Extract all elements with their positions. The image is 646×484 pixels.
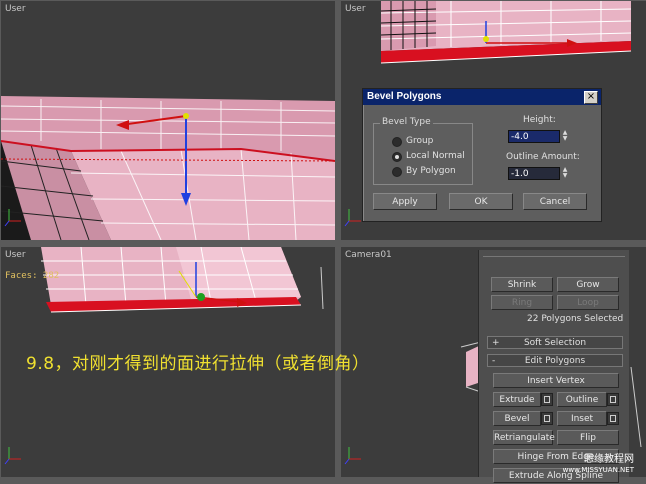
flip-button[interactable]: Flip xyxy=(557,430,619,445)
outline-settings-icon[interactable] xyxy=(607,393,619,406)
radio-group[interactable]: Group xyxy=(392,136,433,147)
radio-indicator-selected xyxy=(392,152,402,162)
ok-button[interactable]: OK xyxy=(449,193,513,210)
tutorial-caption: 9.8，对刚才得到的面进行拉伸（或者倒角） xyxy=(26,354,370,374)
inset-button[interactable]: Inset xyxy=(557,411,607,426)
viewport-label[interactable]: User xyxy=(345,4,366,14)
dialog-title[interactable]: Bevel Polygons xyxy=(363,89,601,105)
bevel-settings-icon[interactable] xyxy=(541,412,553,425)
height-spinner[interactable]: -4.0 xyxy=(508,130,560,143)
soft-selection-rollout[interactable]: + Soft Selection xyxy=(487,336,623,349)
shrink-button[interactable]: Shrink xyxy=(491,277,553,292)
inset-settings-icon[interactable] xyxy=(607,412,619,425)
extrude-button[interactable]: Extrude xyxy=(493,392,541,407)
face-count: Faces: 282 xyxy=(5,271,60,281)
outline-amount-label: Outline Amount: xyxy=(506,152,580,162)
rollout-collapse-icon: - xyxy=(492,356,496,366)
apply-button[interactable]: Apply xyxy=(373,193,437,210)
extrude-settings-icon[interactable] xyxy=(541,393,553,406)
selection-info: 22 Polygons Selected xyxy=(527,314,624,324)
close-button[interactable]: × xyxy=(584,91,598,104)
cancel-button[interactable]: Cancel xyxy=(523,193,587,210)
watermark-title: 思缘教程网 xyxy=(584,454,634,465)
viewport-top-left[interactable]: User xyxy=(1,1,335,240)
radio-indicator xyxy=(392,137,402,147)
radio-indicator xyxy=(392,167,402,177)
bevel-polygons-dialog: Bevel Polygons × Bevel Type Group Local … xyxy=(362,88,602,222)
viewport-label[interactable]: User xyxy=(5,250,26,260)
panel-divider xyxy=(483,256,625,265)
watermark-url: www.MISSYUAN.NET xyxy=(562,466,634,474)
loop-button[interactable]: Loop xyxy=(557,295,619,310)
radio-by-polygon[interactable]: By Polygon xyxy=(392,166,456,177)
bevel-button[interactable]: Bevel xyxy=(493,411,541,426)
viewport-label[interactable]: User xyxy=(5,4,26,14)
ring-button[interactable]: Ring xyxy=(491,295,553,310)
grow-button[interactable]: Grow xyxy=(557,277,619,292)
height-label: Height: xyxy=(523,115,556,125)
edit-polygons-rollout[interactable]: - Edit Polygons xyxy=(487,354,623,367)
outline-amount-spinner[interactable]: -1.0 xyxy=(508,167,560,180)
outline-spinner-arrows[interactable]: ▲ ▼ xyxy=(561,167,569,180)
outline-button[interactable]: Outline xyxy=(557,392,607,407)
mesh-view-top-left xyxy=(1,96,335,240)
rollout-expand-icon: + xyxy=(492,338,500,348)
bevel-type-label: Bevel Type xyxy=(380,117,433,127)
insert-vertex-button[interactable]: Insert Vertex xyxy=(493,373,619,388)
viewport-label[interactable]: Camera01 xyxy=(345,250,392,260)
retriangulate-button[interactable]: Retriangulate xyxy=(493,430,555,445)
height-spinner-arrows[interactable]: ▲ ▼ xyxy=(561,130,569,143)
command-panel: Shrink Grow Ring Loop 22 Polygons Select… xyxy=(478,250,629,483)
radio-local-normal[interactable]: Local Normal xyxy=(392,151,465,162)
